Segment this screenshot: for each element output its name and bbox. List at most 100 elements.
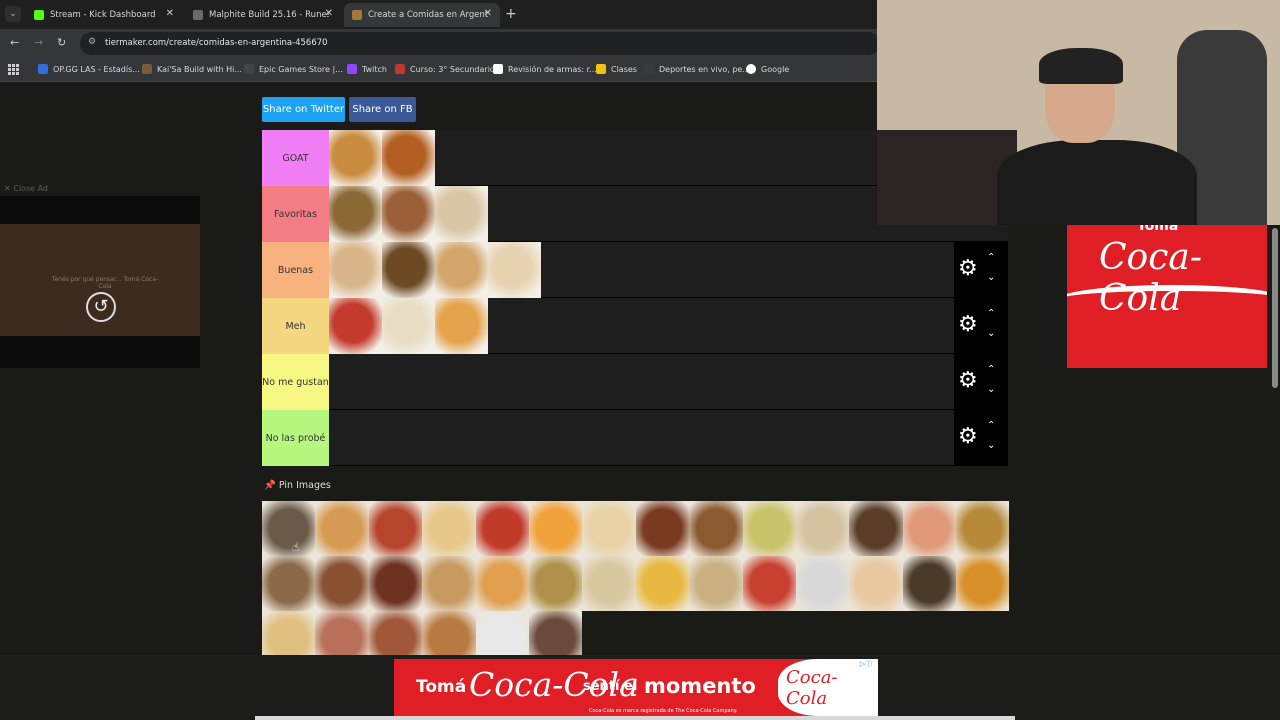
- tier-label[interactable]: Meh: [262, 298, 329, 354]
- gear-icon[interactable]: ⚙: [958, 424, 978, 450]
- food-image[interactable]: [475, 501, 529, 556]
- bookmark-deportes[interactable]: Deportes en vivo, pe...: [644, 64, 750, 74]
- bookmark-epic[interactable]: Epic Games Store |...: [244, 64, 343, 74]
- back-arrow-icon[interactable]: ←: [10, 36, 19, 49]
- bookmark-label: Deportes en vivo, pe...: [659, 64, 750, 74]
- food-image[interactable]: [262, 556, 316, 611]
- forward-arrow-icon[interactable]: →: [34, 36, 43, 49]
- reload-icon[interactable]: ↻: [57, 36, 66, 49]
- food-image[interactable]: [689, 501, 743, 556]
- replay-icon[interactable]: ↺: [86, 292, 116, 322]
- tier-items: [329, 186, 488, 242]
- bookmark-curso[interactable]: Curso: 3° Secundario: [395, 64, 495, 74]
- food-image[interactable]: [329, 186, 382, 242]
- food-image[interactable]: [902, 501, 957, 556]
- close-icon[interactable]: ✕: [166, 8, 174, 19]
- food-image[interactable]: [315, 501, 369, 556]
- tier-label[interactable]: No me gustan: [262, 354, 329, 410]
- tier-items: [329, 242, 541, 298]
- food-image[interactable]: [956, 556, 1010, 611]
- food-image[interactable]: [382, 130, 435, 186]
- food-image[interactable]: [262, 501, 316, 556]
- coca-cola-banner-ad[interactable]: Tomá Coca-Cola sentí el momento Coca-Col…: [394, 659, 878, 716]
- tier-items: [329, 298, 488, 354]
- food-image[interactable]: [422, 501, 476, 556]
- ad-toma-text: Tomá: [416, 677, 467, 697]
- tab-kick[interactable]: Stream - Kick Dashboard ✕: [26, 3, 182, 27]
- food-image[interactable]: [488, 242, 541, 298]
- close-icon[interactable]: ✕: [484, 8, 492, 19]
- chevron-up-icon[interactable]: ⌃: [987, 308, 995, 319]
- gear-icon[interactable]: ⚙: [958, 368, 978, 394]
- new-tab-plus-icon[interactable]: +: [505, 6, 517, 22]
- chevron-down-icon[interactable]: ⌄: [987, 384, 995, 395]
- bookmark-clases[interactable]: Clases: [596, 64, 637, 74]
- bookmark-revision[interactable]: Revisión de armas: r...: [493, 64, 597, 74]
- food-image[interactable]: [368, 501, 423, 556]
- food-image[interactable]: [475, 556, 529, 611]
- food-image[interactable]: [329, 242, 382, 298]
- address-bar[interactable]: ⚙ tiermaker.com/create/comidas-en-argent…: [80, 32, 880, 55]
- adchoices-icon[interactable]: ▷ⓘ: [856, 659, 876, 669]
- bookmark-google[interactable]: Google: [746, 64, 789, 74]
- tab-tiermaker[interactable]: Create a Comidas en Argentina ✕: [344, 3, 500, 27]
- horizontal-scrollbar[interactable]: [255, 716, 1015, 720]
- tier-label[interactable]: No las probé: [262, 410, 329, 466]
- food-image[interactable]: [382, 298, 435, 354]
- share-twitter-button[interactable]: Share on Twitter: [262, 97, 345, 122]
- ad-fine-print: Coca-Cola es marca registrada de The Coc…: [589, 708, 738, 714]
- kaisa-icon: [142, 64, 152, 74]
- page-scrollbar[interactable]: [1272, 228, 1278, 388]
- tier-label[interactable]: Favoritas: [262, 186, 329, 242]
- tab-search-chevron-icon[interactable]: ⌄: [5, 6, 21, 22]
- bookmark-twitch[interactable]: Twitch: [347, 64, 387, 74]
- food-image[interactable]: [795, 556, 850, 611]
- food-image[interactable]: [689, 556, 743, 611]
- close-ad-button[interactable]: ✕ Close Ad: [4, 184, 48, 193]
- food-image[interactable]: [435, 298, 488, 354]
- bookmark-opgg[interactable]: OP.GG LAS - Estadís...: [38, 64, 140, 74]
- chevron-up-icon[interactable]: ⌃: [987, 420, 995, 431]
- food-image[interactable]: [742, 556, 796, 611]
- food-image[interactable]: [382, 186, 435, 242]
- food-image[interactable]: [315, 556, 369, 611]
- tier-label[interactable]: GOAT: [262, 130, 329, 186]
- close-icon[interactable]: ✕: [325, 8, 333, 19]
- chevron-down-icon[interactable]: ⌄: [987, 440, 995, 451]
- food-image[interactable]: [849, 556, 903, 611]
- gear-icon[interactable]: ⚙: [958, 256, 978, 282]
- tab-malphite[interactable]: Malphite Build 25.16 - Runes, It ✕: [185, 3, 341, 27]
- food-image[interactable]: [849, 501, 903, 556]
- bookmark-kaisa[interactable]: Kai'Sa Build with Hi...: [142, 64, 242, 74]
- food-image[interactable]: [528, 501, 583, 556]
- food-image[interactable]: [795, 501, 850, 556]
- food-image[interactable]: [435, 186, 488, 242]
- food-image[interactable]: [368, 556, 423, 611]
- tier-label[interactable]: Buenas: [262, 242, 329, 298]
- food-image[interactable]: [902, 556, 957, 611]
- food-image[interactable]: [582, 556, 636, 611]
- apps-grid-icon[interactable]: [8, 64, 19, 75]
- webcam-overlay: [877, 0, 1280, 225]
- food-image[interactable]: [422, 556, 476, 611]
- food-image[interactable]: [956, 501, 1010, 556]
- food-image[interactable]: [528, 556, 583, 611]
- food-image[interactable]: [382, 242, 435, 298]
- chevron-up-icon[interactable]: ⌃: [987, 252, 995, 263]
- food-image[interactable]: [635, 501, 690, 556]
- coca-cola-side-ad[interactable]: Tomá Coca-Cola: [1067, 225, 1267, 368]
- url-text[interactable]: tiermaker.com/create/comidas-en-argentin…: [105, 38, 328, 48]
- ad-video-frame[interactable]: Tenés por qué pensar... Tomá Coca-Cola ↺: [0, 224, 200, 336]
- food-image[interactable]: [329, 298, 382, 354]
- chevron-up-icon[interactable]: ⌃: [987, 364, 995, 375]
- chevron-down-icon[interactable]: ⌄: [987, 272, 995, 283]
- gear-icon[interactable]: ⚙: [958, 312, 978, 338]
- chevron-down-icon[interactable]: ⌄: [987, 328, 995, 339]
- site-info-icon[interactable]: ⚙: [88, 37, 96, 47]
- food-image[interactable]: [329, 130, 382, 186]
- share-fb-button[interactable]: Share on FB: [349, 97, 416, 122]
- food-image[interactable]: [435, 242, 488, 298]
- food-image[interactable]: [582, 501, 636, 556]
- food-image[interactable]: [742, 501, 796, 556]
- food-image[interactable]: [635, 556, 690, 611]
